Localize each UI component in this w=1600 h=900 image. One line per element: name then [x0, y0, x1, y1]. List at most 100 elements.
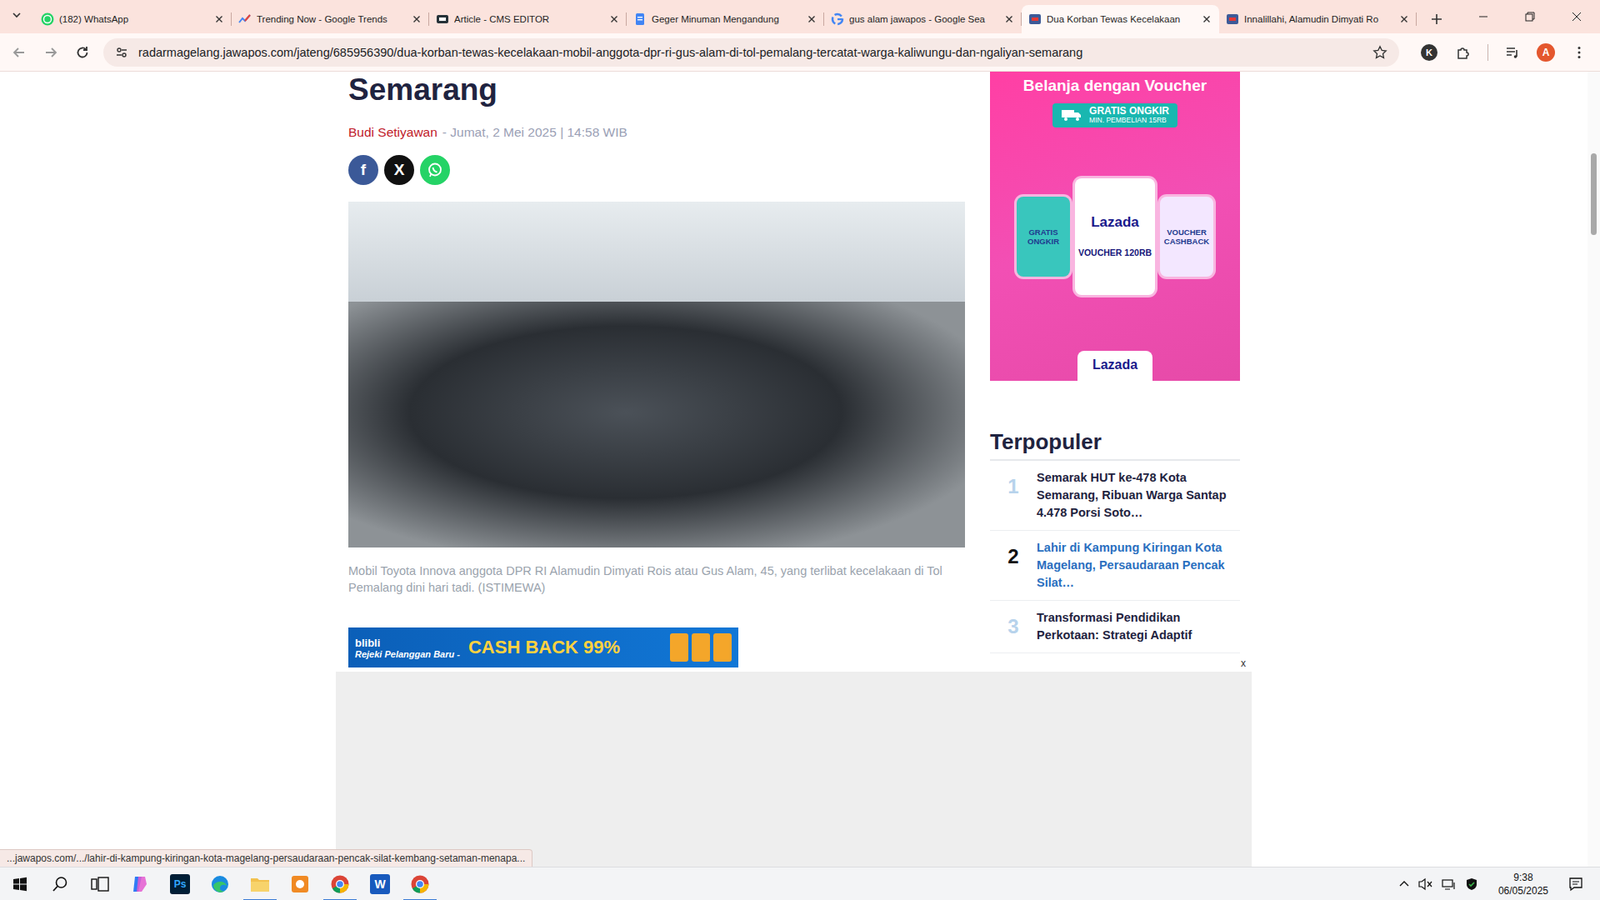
ad-brand: blibli [355, 636, 460, 650]
chrome-taskbar-button[interactable] [400, 867, 440, 900]
browser-tab[interactable]: (182) WhatsApp [34, 5, 232, 34]
extensions-button[interactable] [1449, 38, 1478, 67]
close-icon[interactable] [1398, 13, 1410, 25]
new-tab-button[interactable] [1425, 7, 1449, 31]
kebab-menu-icon [1571, 45, 1587, 60]
photo-caption: Mobil Toyota Innova anggota DPR RI Alamu… [348, 562, 965, 596]
chrome-icon [410, 874, 430, 895]
speaker-muted-icon[interactable] [1418, 877, 1434, 891]
minimize-button[interactable] [1460, 0, 1507, 34]
scrollbar-thumb[interactable] [1590, 153, 1597, 235]
minimize-icon [1478, 11, 1489, 22]
address-bar[interactable]: radarmagelang.jawapos.com/jateng/6859563… [103, 38, 1400, 67]
close-window-button[interactable] [1553, 0, 1600, 34]
chrome-icon [330, 874, 350, 895]
reload-button[interactable] [68, 38, 97, 67]
browser-tab[interactable]: Innalillahi, Alamudin Dimyati Ro [1219, 5, 1417, 34]
rank-number: 3 [990, 609, 1037, 645]
close-icon[interactable] [608, 13, 620, 25]
blibli-ad-banner[interactable]: blibliRejeki Pelanggan Baru - CASH BACK 9… [348, 627, 739, 668]
toolbar-divider [1487, 44, 1489, 61]
toolbar-actions: KA [1414, 38, 1594, 67]
ad-close-button[interactable]: x [1235, 655, 1252, 672]
forward-arrow-icon [43, 45, 59, 60]
notifications-icon[interactable] [1568, 876, 1584, 892]
photoshop-taskbar-button[interactable]: Ps [160, 867, 200, 900]
whatsapp-share-button[interactable] [420, 155, 450, 185]
share-buttons: fX [348, 155, 965, 185]
reload-icon [75, 45, 90, 60]
browser-tab[interactable]: gus alam jawapos - Google Sea [824, 5, 1022, 34]
start-button[interactable] [0, 867, 40, 900]
browser-tab[interactable]: Dua Korban Tewas Kecelakaan [1021, 5, 1220, 34]
close-icon[interactable] [410, 13, 423, 25]
bookmark-star-icon[interactable] [1372, 45, 1388, 60]
search-button[interactable] [40, 867, 80, 900]
tab-search-button[interactable] [3, 1, 30, 29]
publish-date: - Jumat, 2 Mei 2025 | 14:58 WIB [442, 125, 628, 140]
orange-taskbar-button[interactable] [280, 867, 320, 900]
screen: (182) WhatsApp Trending Now - Google Tren… [0, 0, 1600, 900]
forward-button[interactable] [36, 38, 65, 67]
voucher-card: VOUCHER CASHBACK [1160, 196, 1214, 277]
popular-item[interactable]: 3Transformasi Pendidikan Perkotaan: Stra… [990, 600, 1240, 654]
task-view-button[interactable] [80, 867, 120, 900]
facebook-share-button[interactable]: f [348, 155, 379, 185]
clock[interactable]: 9:3806/05/2025 [1498, 870, 1549, 898]
extension-button[interactable]: K [1420, 44, 1438, 61]
back-arrow-icon [11, 45, 27, 60]
ad-products [670, 633, 732, 662]
ad-tagline: Rejeki Pelanggan Baru - [355, 649, 460, 660]
sticky-ad[interactable]: x [335, 671, 1252, 867]
copilot-taskbar-button[interactable] [120, 867, 160, 900]
article-title: Semarang [348, 71, 965, 109]
url-text: radarmagelang.jawapos.com/jateng/6859563… [138, 45, 1363, 60]
tab-title: Dua Korban Tewas Kecelakaan [1046, 14, 1196, 25]
close-icon [1571, 11, 1582, 22]
favicon-icon [633, 12, 647, 26]
favicon-icon [435, 12, 450, 26]
explorer-taskbar-button[interactable] [240, 867, 280, 900]
menu-button[interactable] [1565, 38, 1594, 67]
shipping-badge: GRATIS ONGKIRMIN. PEMBELIAN 15RB [1052, 103, 1178, 128]
popular-title: Lahir di Kampung Kiringan Kota Magelang,… [1036, 539, 1240, 592]
profile-avatar[interactable]: A [1536, 43, 1555, 62]
plus-icon [1430, 12, 1444, 26]
network-icon[interactable] [1441, 877, 1457, 891]
browser-tab[interactable]: Article - CMS EDITOR [429, 5, 627, 34]
status-link-preview: ...jawapos.com/.../lahir-di-kampung-kiri… [0, 849, 533, 867]
close-icon[interactable] [805, 13, 818, 25]
close-icon[interactable] [1200, 13, 1213, 25]
x-share-button[interactable]: X [384, 155, 415, 185]
task-view-icon [90, 876, 110, 892]
browser-tab[interactable]: Trending Now - Google Trends [231, 5, 430, 34]
browser-tab[interactable]: Geger Minuman Mengandung [626, 5, 825, 34]
app-icon [290, 875, 310, 894]
popular-item[interactable]: 2Lahir di Kampung Kiringan Kota Magelang… [990, 530, 1240, 601]
edge-taskbar-button[interactable] [200, 867, 240, 900]
media-button[interactable] [1498, 38, 1527, 67]
popular-heading: Terpopuler [990, 427, 1240, 461]
scrollbar[interactable] [1587, 71, 1600, 867]
ad-offer: CASH BACK 99% [468, 636, 620, 659]
sidebar: Belanja dengan VoucherGRATIS ONGKIRMIN. … [990, 71, 1240, 654]
back-button[interactable] [5, 38, 34, 67]
lazada-ad[interactable]: Belanja dengan VoucherGRATIS ONGKIRMIN. … [990, 71, 1240, 381]
security-shield-icon[interactable] [1465, 877, 1479, 891]
word-taskbar-button[interactable]: W [360, 867, 400, 900]
tab-list: (182) WhatsApp Trending Now - Google Tren… [34, 5, 1417, 34]
truck-icon [1060, 108, 1083, 122]
popular-item[interactable]: 1Semarak HUT ke-478 Kota Semarang, Ribua… [990, 460, 1240, 531]
search-icon [51, 875, 69, 893]
close-icon[interactable] [1003, 13, 1015, 25]
chevron-up-icon[interactable] [1398, 878, 1410, 890]
voucher-card: GRATIS ONGKIR [1016, 196, 1070, 277]
restore-button[interactable] [1506, 0, 1554, 34]
tab-title: (182) WhatsApp [59, 14, 209, 25]
popular-list: 1Semarak HUT ke-478 Kota Semarang, Ribua… [990, 460, 1240, 654]
toolbar: radarmagelang.jawapos.com/jateng/6859563… [0, 33, 1600, 72]
close-icon[interactable] [213, 13, 225, 25]
author-link[interactable]: Budi Setiyawan [348, 125, 438, 140]
byline: Budi Setiyawan - Jumat, 2 Mei 2025 | 14:5… [348, 125, 965, 140]
chrome-taskbar-button[interactable] [320, 867, 360, 900]
